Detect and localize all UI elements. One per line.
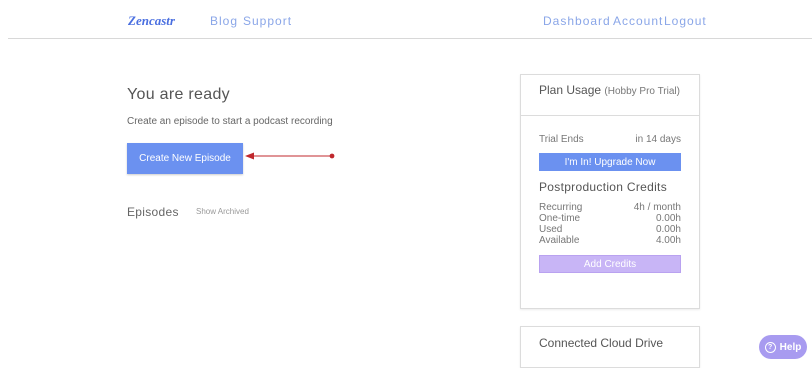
credit-value: 4h / month xyxy=(633,202,681,213)
plan-usage-header: Plan Usage (Hobby Pro Trial) xyxy=(521,75,699,116)
credit-label: Used xyxy=(539,224,563,235)
credit-label: Available xyxy=(539,235,580,246)
create-new-episode-button[interactable]: Create New Episode xyxy=(127,143,243,174)
credit-label: One-time xyxy=(539,213,581,224)
plan-usage-body: Trial Ends in 14 days I'm In! Upgrade No… xyxy=(521,134,699,273)
trial-ends-label: Trial Ends xyxy=(539,134,584,145)
trial-ends-value: in 14 days xyxy=(635,134,681,145)
credit-row-used: Used 0.00h xyxy=(539,224,681,235)
plan-usage-card: Plan Usage (Hobby Pro Trial) Trial Ends … xyxy=(520,74,700,309)
credit-row-one-time: One-time 0.00h xyxy=(539,213,681,224)
zencastr-logo[interactable]: Zencastr xyxy=(128,13,175,29)
postproduction-credits-title: Postproduction Credits xyxy=(539,180,667,194)
page-subtitle: Create an episode to start a podcast rec… xyxy=(127,116,333,127)
credits-list: Recurring 4h / month One-time 0.00h Used… xyxy=(539,202,681,246)
annotation-arrow-tail-dot xyxy=(329,153,335,159)
plan-usage-title: Plan Usage xyxy=(539,83,602,97)
credit-value: 0.00h xyxy=(655,213,681,224)
credit-row-available: Available 4.00h xyxy=(539,235,681,246)
question-circle-icon: ? xyxy=(764,341,776,353)
credit-value: 0.00h xyxy=(655,224,681,235)
help-label: Help xyxy=(779,341,802,353)
credit-value: 4.00h xyxy=(655,235,681,246)
nav-account-link[interactable]: Account xyxy=(613,14,663,28)
nav-logout-link[interactable]: Logout xyxy=(664,14,707,28)
nav-blog-link[interactable]: Blog xyxy=(210,14,238,28)
page-title: You are ready xyxy=(127,86,230,103)
show-archived-link[interactable]: Show Archived xyxy=(196,207,249,216)
cloud-drive-title: Connected Cloud Drive xyxy=(539,336,664,350)
annotation-arrow-head xyxy=(245,152,254,160)
add-credits-button[interactable]: Add Credits xyxy=(539,255,681,273)
nav-dashboard-link[interactable]: Dashboard xyxy=(543,14,611,28)
upgrade-now-button[interactable]: I'm In! Upgrade Now xyxy=(539,153,681,171)
cloud-drive-header: Connected Cloud Drive xyxy=(521,327,699,357)
top-navbar: Zencastr Blog Support Dashboard Account … xyxy=(8,0,812,39)
credit-row-recurring: Recurring 4h / month xyxy=(539,202,681,213)
credit-label: Recurring xyxy=(539,202,583,213)
plan-name: (Hobby Pro Trial) xyxy=(604,86,680,97)
help-button[interactable]: ? Help xyxy=(759,335,807,359)
trial-ends-row: Trial Ends in 14 days xyxy=(539,134,681,145)
episodes-heading: Episodes xyxy=(127,205,179,219)
nav-support-link[interactable]: Support xyxy=(243,14,292,28)
